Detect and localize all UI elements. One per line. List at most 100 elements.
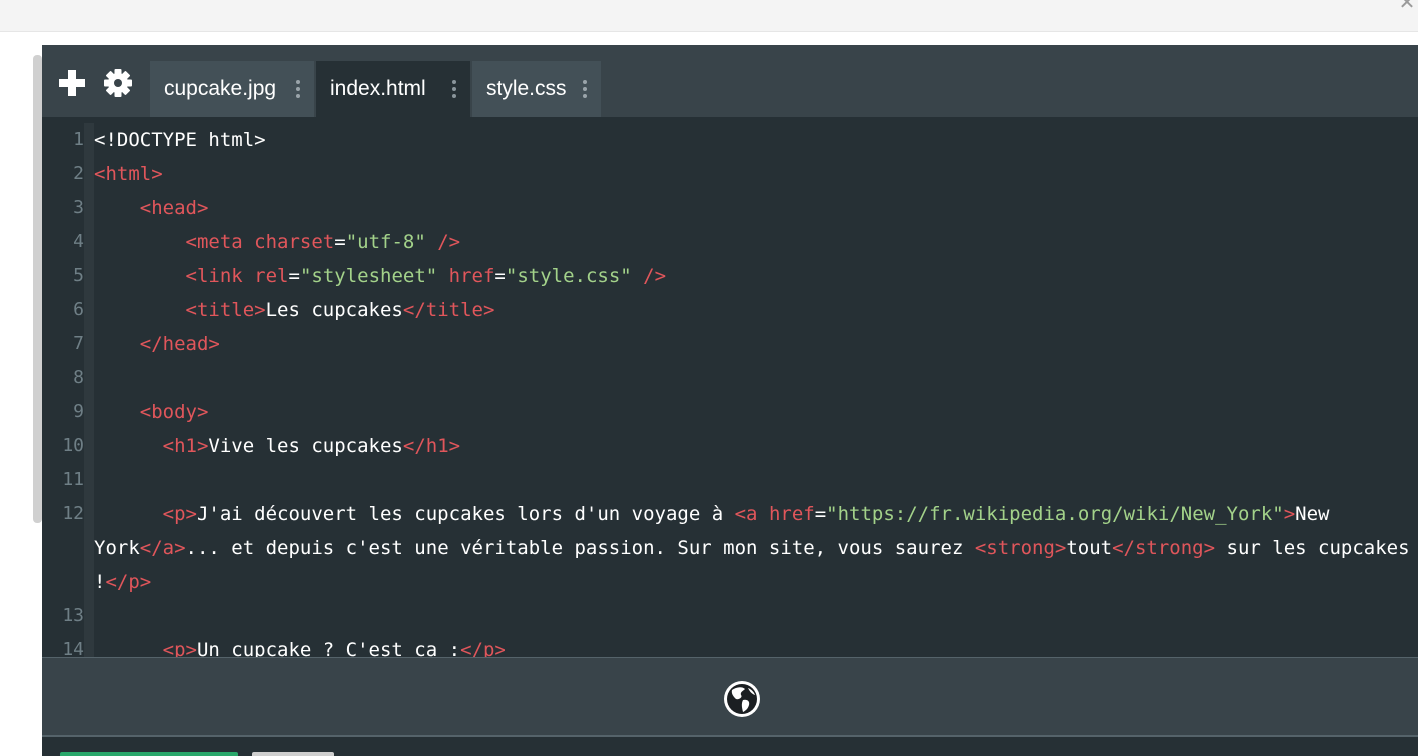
gutter <box>84 225 94 259</box>
code-token: Vive les cupcakes <box>208 435 403 457</box>
tab-menu-icon[interactable] <box>583 80 587 98</box>
gutter <box>84 429 94 463</box>
code-token: <meta <box>185 231 255 253</box>
code-token: /> <box>631 265 667 287</box>
code-text: <h1>Vive les cupcakes</h1> <box>94 429 1410 463</box>
line-number: 1 <box>73 129 84 150</box>
tab-style-css[interactable]: style.css <box>472 61 601 117</box>
code-area[interactable]: 1 <!DOCTYPE html> 2 <html> 3 <head> 4 <meta c… <box>42 123 1418 657</box>
page-scrollbar[interactable] <box>33 55 42 523</box>
gutter <box>84 191 94 225</box>
run-button-edge[interactable] <box>60 752 238 756</box>
code-token: </strong> <box>1112 537 1216 559</box>
code-token: "stylesheet" <box>299 265 438 287</box>
code-token: <p> <box>162 639 197 657</box>
globe-icon[interactable] <box>723 680 761 718</box>
gear-icon[interactable] <box>102 65 134 101</box>
line-number: 9 <box>73 401 84 422</box>
code-token: = <box>334 231 346 253</box>
code-editor: cupcake.jpg index.html style.css 1 <!DOCT… <box>42 45 1418 756</box>
gutter <box>84 633 94 657</box>
code-token: href <box>768 503 815 525</box>
code-token: <!DOCTYPE html> <box>94 129 266 151</box>
code-token: </h1> <box>402 435 461 457</box>
tab-index-html[interactable]: index.html <box>316 61 470 117</box>
code-line: 14 <p>Un cupcake ? C'est ca :</p> <box>42 633 1418 657</box>
code-token: <p> <box>162 503 197 525</box>
code-line: 1 <!DOCTYPE html> <box>42 123 1418 157</box>
code-token: tout <box>1066 537 1113 559</box>
code-text: <head> <box>94 191 1410 225</box>
code-token: = <box>494 265 506 287</box>
code-token: J'ai découvert les cupcakes lors d'un vo… <box>196 503 735 525</box>
code-token: "style.css" <box>505 265 632 287</box>
preview-bar <box>42 657 1418 737</box>
gutter <box>84 259 94 293</box>
code-text: </head> <box>94 327 1410 361</box>
gutter <box>84 463 94 497</box>
gutter <box>84 599 94 633</box>
code-token: = <box>814 503 827 525</box>
code-token: "https://fr.wikipedia.org/wiki/New_York" <box>826 503 1284 525</box>
code-token: <body> <box>139 401 209 423</box>
code-line: 7 </head> <box>42 327 1418 361</box>
code-token: rel <box>254 265 289 287</box>
code-token: </p> <box>105 571 152 593</box>
line-number: 5 <box>73 265 84 286</box>
code-line: 4 <meta charset="utf-8" /> <box>42 225 1418 259</box>
code-text: <!DOCTYPE html> <box>94 123 1410 157</box>
code-line: 3 <head> <box>42 191 1418 225</box>
line-number: 7 <box>73 333 84 354</box>
line-number: 10 <box>62 435 84 456</box>
code-token: <link <box>185 265 255 287</box>
gutter <box>84 497 94 599</box>
line-number: 3 <box>73 197 84 218</box>
gutter <box>84 327 94 361</box>
gutter <box>84 395 94 429</box>
code-token: <html> <box>94 163 163 185</box>
line-number: 8 <box>73 367 84 388</box>
code-token: </title> <box>402 299 495 321</box>
line-number: 6 <box>73 299 84 320</box>
code-token: </p> <box>460 639 506 657</box>
code-text: <body> <box>94 395 1410 429</box>
code-line: 13 <box>42 599 1418 633</box>
code-token: <head> <box>139 197 209 219</box>
gutter <box>84 157 94 191</box>
code-token: <a <box>734 503 769 525</box>
editor-toolbar: cupcake.jpg index.html style.css <box>42 45 1418 117</box>
plus-icon[interactable] <box>56 65 88 101</box>
line-number: 4 <box>73 231 84 252</box>
code-token: charset <box>254 231 335 253</box>
gutter <box>84 361 94 395</box>
code-line: 9 <body> <box>42 395 1418 429</box>
close-icon[interactable]: ✕ <box>1398 0 1416 12</box>
window-top-bar: ✕ <box>0 0 1418 32</box>
code-text: <html> <box>94 157 1410 191</box>
code-token: </head> <box>139 333 220 355</box>
code-token: > <box>1283 503 1296 525</box>
code-line: 10 <h1>Vive les cupcakes</h1> <box>42 429 1418 463</box>
tab-menu-icon[interactable] <box>452 80 456 98</box>
code-text: <link rel="stylesheet" href="style.css" … <box>94 259 1410 293</box>
code-line: 11 <box>42 463 1418 497</box>
code-token: </a> <box>139 537 186 559</box>
line-number: 11 <box>62 469 84 490</box>
tab-label: style.css <box>486 77 567 100</box>
gutter <box>84 123 94 157</box>
code-line: 12 <p>J'ai découvert les cupcakes lors d… <box>42 497 1418 599</box>
tab-cupcake-jpg[interactable]: cupcake.jpg <box>150 61 314 117</box>
tab-menu-icon[interactable] <box>296 80 300 98</box>
code-token: <title> <box>185 299 266 321</box>
secondary-button-edge[interactable] <box>252 752 334 756</box>
